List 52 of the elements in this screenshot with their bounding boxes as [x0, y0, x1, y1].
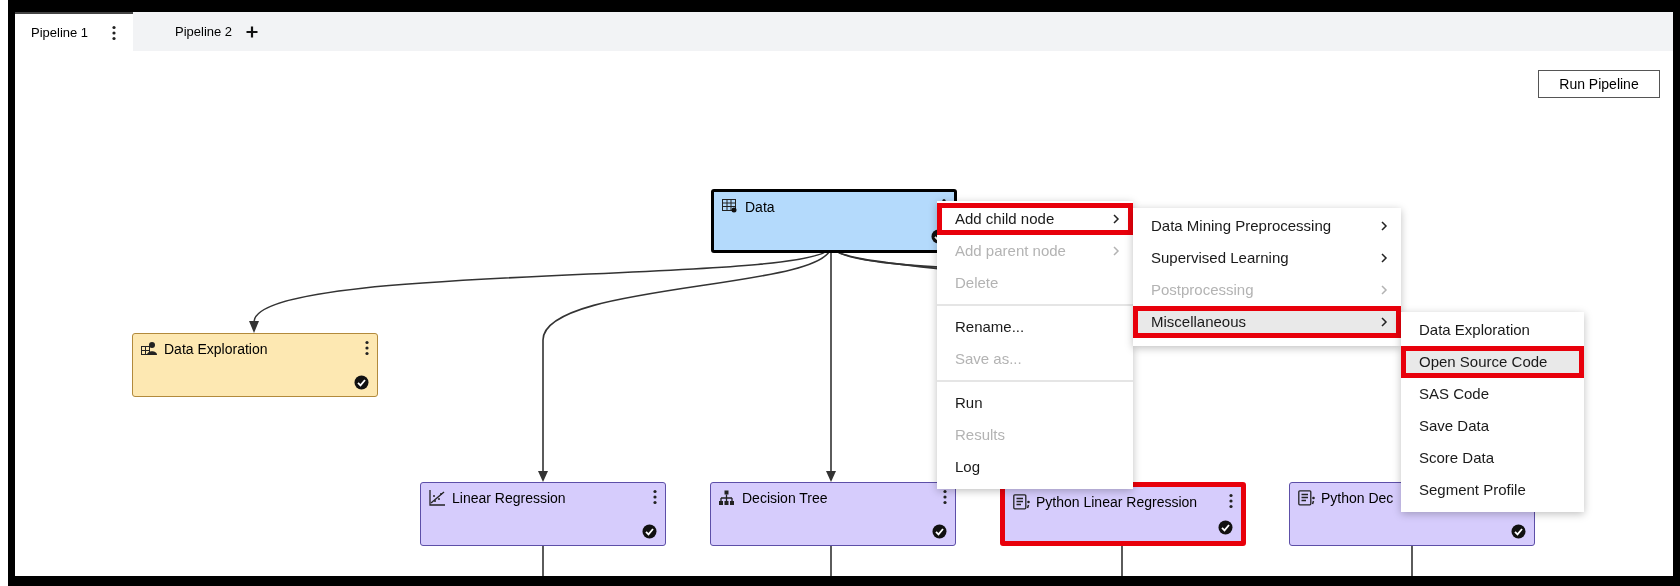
more-options-icon[interactable]	[653, 489, 657, 505]
connector-line	[1121, 545, 1123, 577]
chevron-right-icon	[1381, 221, 1388, 231]
more-options-icon[interactable]	[365, 340, 369, 356]
menu-item[interactable]: Score Data	[1401, 442, 1584, 474]
more-options-icon[interactable]	[1229, 493, 1233, 509]
chevron-right-icon	[1381, 253, 1388, 263]
node-label: Python Linear Regression	[1036, 493, 1198, 511]
scatter-chart-icon	[429, 490, 446, 506]
checkmark-icon	[1218, 520, 1233, 535]
more-options-icon[interactable]	[112, 24, 117, 41]
chevron-right-icon	[1113, 214, 1120, 224]
add-icon[interactable]	[246, 25, 259, 38]
checkmark-icon	[932, 524, 947, 539]
chevron-right-icon	[1381, 317, 1388, 327]
tab[interactable]: Pipeline 2	[133, 12, 269, 51]
chevron-right-icon	[1113, 246, 1120, 256]
menu-item[interactable]: Miscellaneous	[1133, 306, 1401, 338]
checkmark-icon	[1511, 524, 1526, 539]
script-document-icon	[1013, 494, 1030, 510]
menu-item[interactable]: Data Exploration	[1401, 314, 1584, 346]
checkmark-icon	[642, 524, 657, 539]
connector-line	[1411, 545, 1413, 577]
connector-line	[830, 545, 832, 577]
script-document-icon	[1298, 490, 1315, 506]
more-options-icon[interactable]	[943, 489, 947, 505]
run-pipeline-button[interactable]: Run Pipeline	[1538, 70, 1660, 98]
node-label: Python Dec	[1321, 489, 1394, 507]
pipeline-node[interactable]: Decision Tree	[710, 482, 956, 546]
menu-item[interactable]: Data Mining Preprocessing	[1133, 210, 1401, 242]
table-icon	[722, 199, 739, 215]
pipeline-node[interactable]: Linear Regression	[420, 482, 666, 546]
pipeline-node[interactable]: Python Linear Regression	[1000, 482, 1246, 546]
node-label: Data Exploration	[164, 340, 268, 358]
node-label: Decision Tree	[742, 489, 828, 507]
node-label: Linear Regression	[452, 489, 566, 507]
checkmark-icon	[354, 375, 369, 390]
menu-item[interactable]: Supervised Learning	[1133, 242, 1401, 274]
chevron-right-icon	[1381, 285, 1388, 295]
menu-item[interactable]: Save Data	[1401, 410, 1584, 442]
menu-item[interactable]: Open Source Code	[1401, 346, 1584, 378]
menu-item[interactable]: Run	[937, 387, 1133, 419]
menu-item[interactable]: Log	[937, 451, 1133, 483]
pipeline-node[interactable]: Data Exploration	[132, 333, 378, 397]
menu-item[interactable]: Add child node	[937, 203, 1133, 235]
node-label: Data	[745, 198, 775, 216]
menu-item[interactable]: SAS Code	[1401, 378, 1584, 410]
hierarchy-icon	[719, 490, 736, 506]
tab[interactable]: Pipeline 1	[15, 12, 133, 51]
menu-item[interactable]: Rename...	[937, 311, 1133, 343]
connector-line	[542, 545, 544, 577]
table-person-icon	[141, 341, 158, 357]
